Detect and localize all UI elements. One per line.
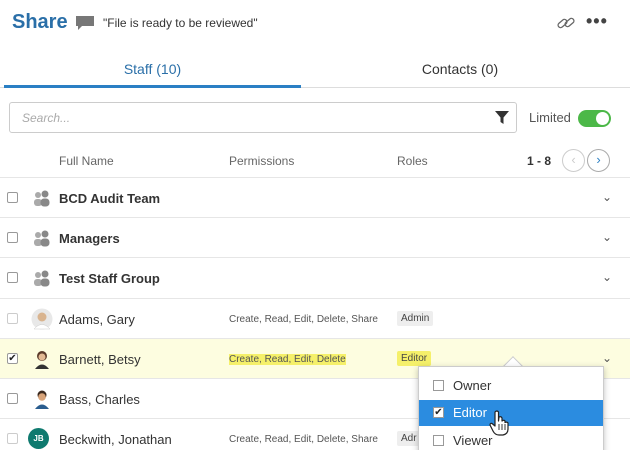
hand-cursor-icon xyxy=(489,410,509,436)
limited-toggle[interactable] xyxy=(578,110,611,127)
row-name: Barnett, Betsy xyxy=(59,352,141,367)
pager-range: 1 - 8 xyxy=(527,154,552,168)
role-badge: Admin xyxy=(397,311,434,326)
avatar xyxy=(35,351,49,369)
role-option-viewer[interactable]: Viewer xyxy=(419,428,603,450)
table-row[interactable]: Managers ⌄ xyxy=(0,217,630,257)
more-options-icon[interactable]: ••• xyxy=(586,11,608,32)
column-header-permissions[interactable]: Permissions xyxy=(229,154,294,168)
row-checkbox[interactable] xyxy=(7,272,18,283)
row-checkbox[interactable] xyxy=(7,192,18,203)
row-checkbox[interactable]: ✔ xyxy=(7,353,18,364)
avatar xyxy=(31,308,53,330)
row-checkbox[interactable] xyxy=(7,433,18,444)
table-row[interactable]: Test Staff Group ⌄ xyxy=(0,257,630,297)
role-option-checkbox[interactable]: ✔ xyxy=(433,407,444,418)
role-option-label: Viewer xyxy=(453,433,493,448)
tab-contacts[interactable]: Contacts (0) xyxy=(310,52,610,88)
group-icon xyxy=(34,230,50,247)
page-title: Share xyxy=(12,11,68,33)
row-checkbox[interactable] xyxy=(7,232,18,243)
role-option-owner[interactable]: Owner xyxy=(419,373,603,399)
row-permissions: Create, Read, Edit, Delete, Share xyxy=(229,314,378,325)
row-permissions: Create, Read, Edit, Delete, Share xyxy=(229,434,378,445)
chevron-down-icon[interactable]: ⌄ xyxy=(602,190,612,204)
row-checkbox[interactable] xyxy=(7,393,18,404)
row-name: Test Staff Group xyxy=(59,271,160,286)
share-tabs: Staff (10) Contacts (0) xyxy=(0,52,630,88)
avatar: JB xyxy=(28,428,49,449)
search-input[interactable]: Search... xyxy=(9,102,517,133)
filter-icon[interactable] xyxy=(495,111,509,125)
toggle-knob xyxy=(596,112,609,125)
comment-icon[interactable] xyxy=(75,15,95,31)
role-option-label: Editor xyxy=(453,405,487,420)
pager-prev-button[interactable]: ‹ xyxy=(562,149,585,172)
limited-label: Limited xyxy=(529,110,571,125)
pager-next-button[interactable]: › xyxy=(587,149,610,172)
row-name: Beckwith, Jonathan xyxy=(59,432,172,447)
role-option-checkbox[interactable] xyxy=(433,380,444,391)
column-header-full-name[interactable]: Full Name xyxy=(59,154,114,168)
share-comment: "File is ready to be reviewed" xyxy=(103,16,258,30)
avatar xyxy=(35,390,49,409)
search-placeholder: Search... xyxy=(22,111,71,125)
share-header: Share "File is ready to be reviewed" ••• xyxy=(0,0,630,48)
role-dropdown: Owner ✔ Editor Viewer xyxy=(418,366,604,450)
role-badge[interactable]: Editor xyxy=(397,351,432,366)
chevron-down-icon[interactable]: ⌄ xyxy=(602,230,612,244)
table-row[interactable]: Adams, Gary Create, Read, Edit, Delete, … xyxy=(0,298,630,338)
row-checkbox[interactable] xyxy=(7,313,18,324)
link-icon[interactable] xyxy=(556,14,576,32)
role-option-editor[interactable]: ✔ Editor xyxy=(419,400,603,426)
chevron-down-icon[interactable]: ⌄ xyxy=(602,351,612,365)
group-icon xyxy=(34,190,50,207)
row-permissions: Create, Read, Edit, Delete xyxy=(229,354,346,365)
row-name: Adams, Gary xyxy=(59,312,135,327)
tab-staff[interactable]: Staff (10) xyxy=(4,52,301,88)
role-option-checkbox[interactable] xyxy=(433,435,444,446)
row-name: Managers xyxy=(59,231,120,246)
row-name: BCD Audit Team xyxy=(59,191,161,206)
chevron-down-icon[interactable]: ⌄ xyxy=(602,270,612,284)
role-option-label: Owner xyxy=(453,378,492,393)
table-row[interactable]: BCD Audit Team ⌄ xyxy=(0,177,630,217)
row-name: Bass, Charles xyxy=(59,392,140,407)
column-header-roles[interactable]: Roles xyxy=(397,154,428,168)
group-icon xyxy=(34,270,50,287)
